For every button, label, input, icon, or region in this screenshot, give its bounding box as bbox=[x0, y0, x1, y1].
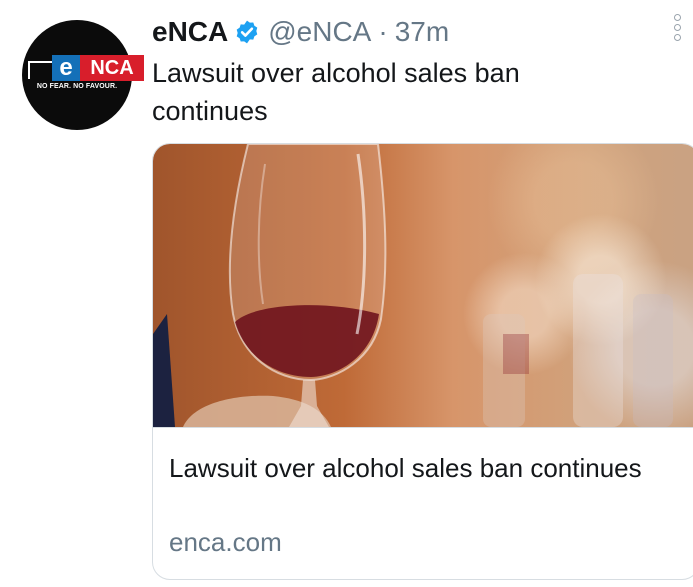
link-card[interactable]: Lawsuit over alcohol sales ban continues… bbox=[152, 143, 693, 580]
verified-badge-icon bbox=[236, 20, 258, 44]
more-options-icon[interactable] bbox=[670, 14, 684, 48]
tweet-timestamp[interactable]: 37m bbox=[395, 16, 449, 48]
tweet-header: eNCA @eNCA · 37m bbox=[152, 10, 449, 54]
display-name[interactable]: eNCA bbox=[152, 16, 228, 48]
logo-nca-block: NCA bbox=[80, 55, 144, 81]
logo-tagline: NO FEAR. NO FAVOUR. bbox=[36, 83, 118, 90]
card-title[interactable]: Lawsuit over alcohol sales ban continues bbox=[169, 449, 669, 487]
avatar[interactable]: e NCA NO FEAR. NO FAVOUR. bbox=[22, 20, 144, 130]
wine-glass-photo[interactable] bbox=[153, 144, 693, 428]
tweet-text: Lawsuit over alcohol sales ban continues bbox=[152, 58, 520, 126]
user-handle[interactable]: @eNCA bbox=[268, 16, 371, 48]
separator-dot: · bbox=[378, 16, 388, 47]
logo-e-block: e bbox=[52, 55, 80, 81]
card-domain[interactable]: enca.com bbox=[169, 527, 282, 558]
wine-glass-illustration bbox=[153, 144, 673, 427]
